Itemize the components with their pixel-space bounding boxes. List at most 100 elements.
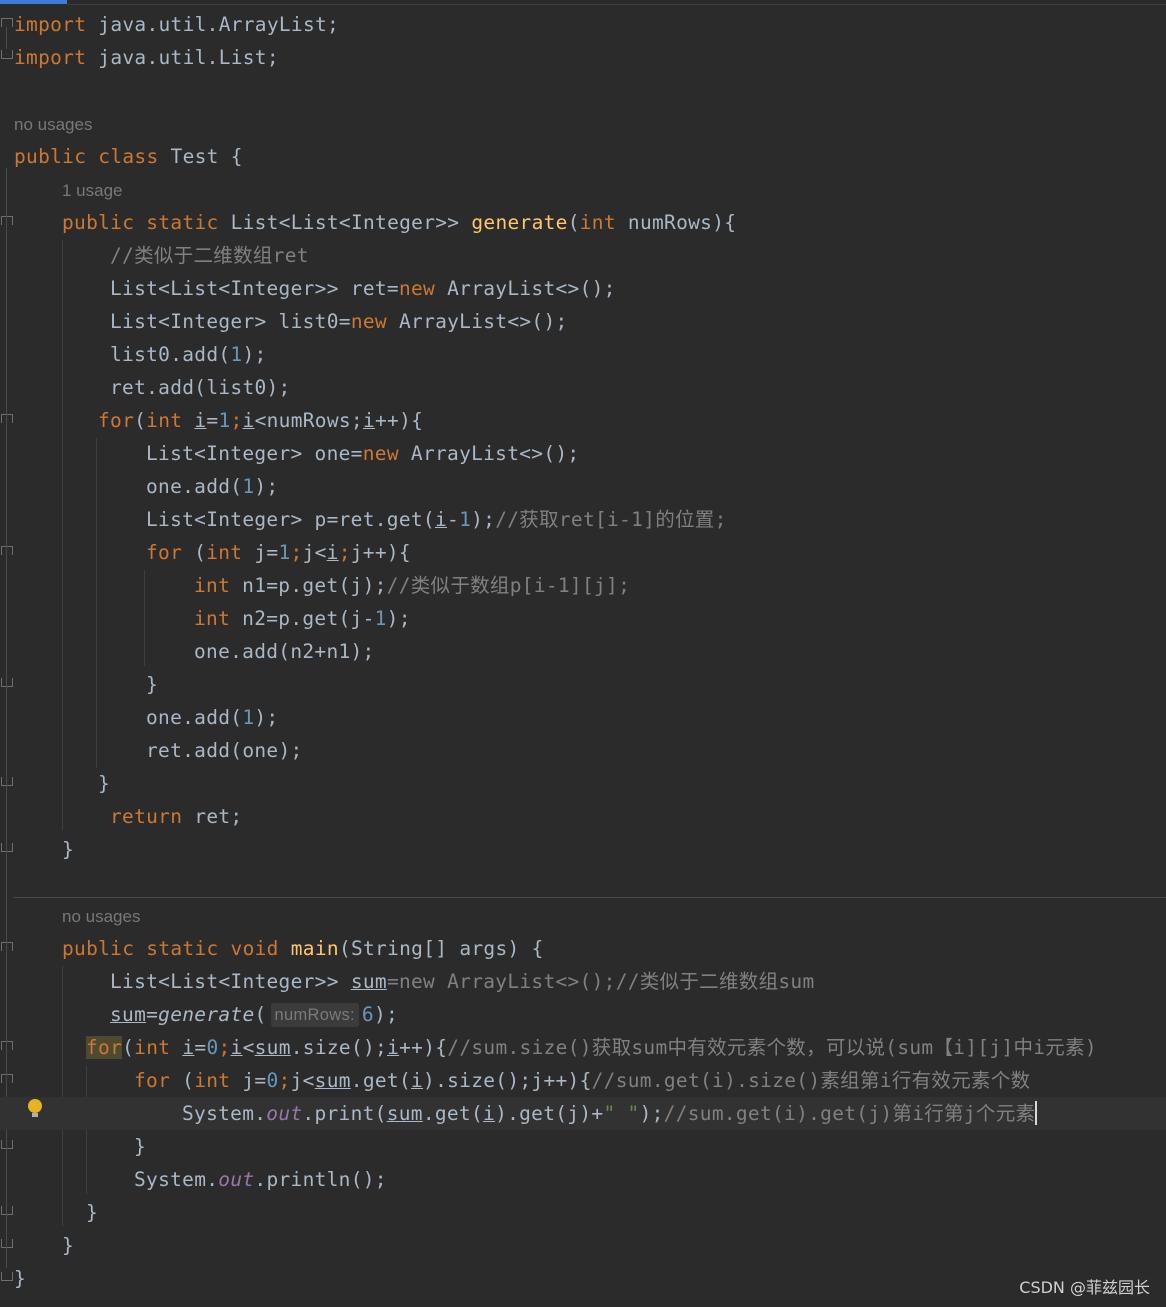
code-line[interactable]: return ret;: [0, 800, 1166, 833]
usages-hint[interactable]: no usages: [62, 900, 140, 933]
variable: i: [182, 1036, 195, 1059]
usages-hint[interactable]: no usages: [14, 108, 92, 141]
code-text: <numRows;: [254, 409, 363, 432]
code-line[interactable]: one.add(1);: [0, 470, 1166, 503]
code-text: List<List<Integer>>: [110, 970, 351, 993]
code-text: j<: [302, 541, 327, 564]
code-line[interactable]: ret.add(one);: [0, 734, 1166, 767]
code-line[interactable]: List<Integer> p=ret.get(i-1);//获取ret[i-1…: [0, 503, 1166, 536]
code-line[interactable]: import java.util.List;: [0, 41, 1166, 74]
variable: i: [242, 409, 255, 432]
watermark: CSDN @菲兹园长: [1019, 1278, 1150, 1297]
keyword: int: [194, 607, 243, 630]
code-text: ArrayList<>();: [410, 442, 580, 465]
keyword: public class: [14, 145, 171, 168]
code-line[interactable]: sum=generate(numRows: 6);: [0, 998, 1166, 1031]
code-line[interactable]: //类似于二维数组ret: [0, 239, 1166, 272]
code-text: one.add(: [146, 706, 243, 729]
code-text: List<Integer> one=: [146, 442, 363, 465]
code-line[interactable]: public class Test {: [0, 140, 1166, 173]
code-text: (String[] args) {: [338, 937, 544, 960]
comment: //sum.get(i).get(j)第i行第j个元素: [663, 1102, 1036, 1125]
comment: //获取ret[i-1]的位置;: [495, 508, 727, 531]
code-text: );: [386, 607, 411, 630]
code-text: j=: [254, 541, 279, 564]
code-text: list0.add(: [110, 343, 231, 366]
code-text: (: [134, 409, 147, 432]
code-line[interactable]: List<List<Integer>> ret=new ArrayList<>(…: [0, 272, 1166, 305]
code-line[interactable]: import java.util.ArrayList;: [0, 8, 1166, 41]
keyword: import: [14, 46, 87, 69]
comment: //sum.get(i).size()素组第i行有效元素个数: [591, 1069, 1031, 1092]
code-line[interactable]: }: [0, 1196, 1166, 1229]
code-line[interactable]: list0.add(1);: [0, 338, 1166, 371]
variable: i: [411, 1069, 424, 1092]
number: 1: [278, 541, 291, 564]
code-text: }: [14, 1267, 27, 1290]
code-text: System.: [182, 1102, 267, 1125]
code-line[interactable]: List<Integer> list0=new ArrayList<>();: [0, 305, 1166, 338]
variable: i: [194, 409, 207, 432]
comment: //类似于二维数组sum: [615, 970, 815, 993]
code-text: n1=p.get(j);: [242, 574, 387, 597]
code-text: Test {: [170, 145, 243, 168]
code-text: ArrayList<>();: [398, 310, 568, 333]
code-line[interactable]: System.out.print(sum.get(i).get(j)+" ");…: [0, 1097, 1166, 1130]
keyword: for: [86, 1036, 123, 1059]
variable: i: [387, 1036, 400, 1059]
code-line[interactable]: }: [0, 1262, 1166, 1295]
code-line[interactable]: }: [0, 1130, 1166, 1163]
code-line[interactable]: List<Integer> one=new ArrayList<>();: [0, 437, 1166, 470]
code-text: ret.add(one);: [146, 739, 303, 762]
code-text: j=: [242, 1069, 267, 1092]
keyword: public static: [62, 211, 231, 234]
keyword: public static void: [62, 937, 291, 960]
code-line[interactable]: }: [0, 767, 1166, 800]
code-line[interactable]: }: [0, 668, 1166, 701]
code-line[interactable]: for (int j=1;j<i;j++){: [0, 536, 1166, 569]
code-text: <: [242, 1036, 255, 1059]
code-text: }: [98, 772, 111, 795]
code-line[interactable]: int n1=p.get(j);//类似于数组p[i-1][j];: [0, 569, 1166, 602]
keyword: return: [110, 805, 195, 828]
code-text: (: [194, 541, 207, 564]
usages-hint[interactable]: 1 usage: [62, 174, 123, 207]
code-line[interactable]: for (int j=0;j<sum.get(i).size();j++){//…: [0, 1064, 1166, 1097]
code-line[interactable]: public static void main(String[] args) {: [0, 932, 1166, 965]
code-text: .get(: [422, 1102, 484, 1125]
code-line[interactable]: }: [0, 833, 1166, 866]
code-text: }: [62, 1234, 75, 1257]
code-text: List<Integer> p=ret.get(: [146, 508, 435, 531]
number: 1: [242, 706, 255, 729]
code-text: =: [146, 1003, 159, 1026]
code-text: .get(: [350, 1069, 411, 1092]
code-line[interactable]: ret.add(list0);: [0, 371, 1166, 404]
code-text: java.util.List;: [86, 46, 279, 69]
code-line[interactable]: for(int i=0;i<sum.size();i++){//sum.size…: [0, 1031, 1166, 1064]
code-text: n2=p.get(j-: [242, 607, 375, 630]
keyword: int: [194, 574, 243, 597]
code-line[interactable]: }: [0, 1229, 1166, 1262]
code-text: numRows){: [627, 211, 737, 234]
code-text: j++){: [350, 541, 411, 564]
code-line[interactable]: one.add(n2+n1);: [0, 635, 1166, 668]
comment: //类似于二维数组ret: [110, 244, 309, 267]
code-text: one.add(n2+n1);: [194, 640, 375, 663]
code-line[interactable]: one.add(1);: [0, 701, 1166, 734]
code-line[interactable]: int n2=p.get(j-1);: [0, 602, 1166, 635]
code-line[interactable]: for(int i=1;i<numRows;i++){: [0, 404, 1166, 437]
keyword: import: [14, 13, 87, 36]
code-text: (: [182, 1069, 195, 1092]
code-text: ArrayList<>();: [447, 277, 616, 300]
code-line[interactable]: public static List<List<Integer>> genera…: [0, 206, 1166, 239]
code-text: }: [134, 1135, 147, 1158]
code-line[interactable]: System.out.println();: [0, 1163, 1166, 1196]
number: 1: [459, 508, 472, 531]
code-text: }: [146, 673, 159, 696]
parameter-hint: numRows:: [270, 1003, 359, 1027]
code-text: ret;: [194, 805, 243, 828]
variable: i: [434, 508, 448, 531]
code-line[interactable]: List<List<Integer>> sum=new ArrayList<>(…: [0, 965, 1166, 998]
code-text: -: [447, 508, 460, 531]
tab-bar-border: [67, 4, 1166, 5]
